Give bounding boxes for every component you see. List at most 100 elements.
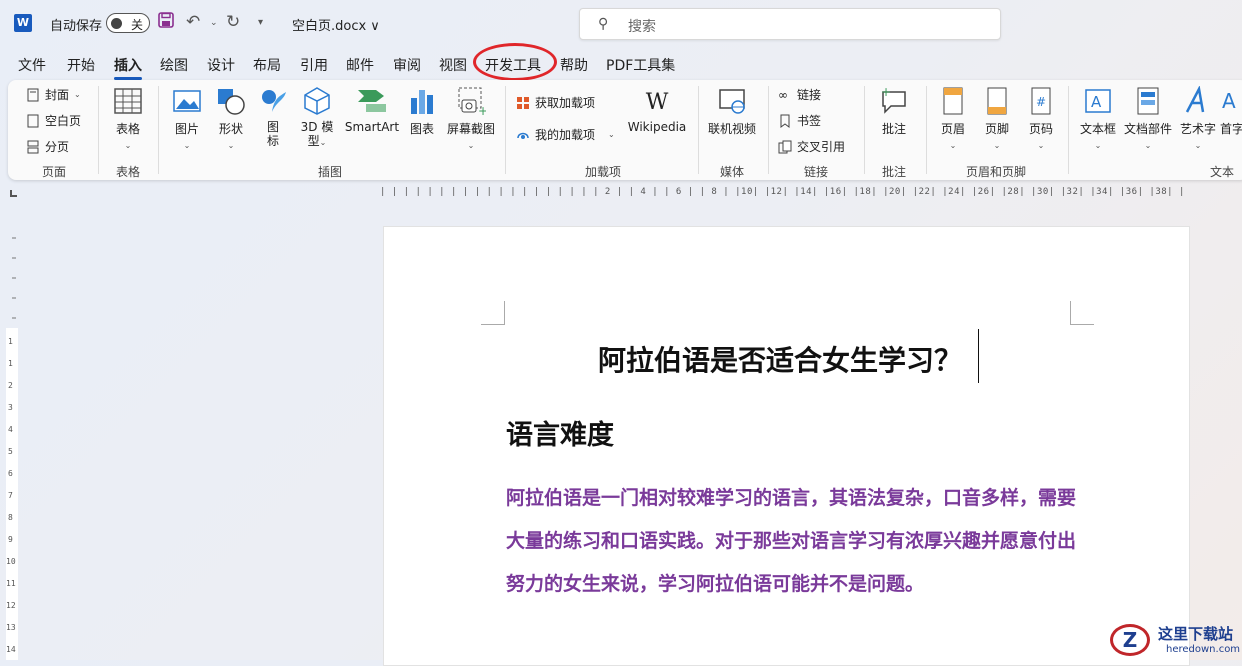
picture-icon: [173, 90, 201, 112]
screenshot-button[interactable]: + 屏幕截图 ⌄: [444, 86, 498, 151]
my-addins-button[interactable]: 我的加载项 ⌄: [516, 126, 615, 143]
undo-dropdown-icon[interactable]: ⌄: [210, 18, 218, 28]
smartart-button[interactable]: SmartArt: [342, 86, 402, 134]
chart-icon: [411, 90, 433, 114]
icons-label-2: 标: [266, 134, 279, 148]
footer-icon: [987, 87, 1007, 115]
cover-page-button[interactable]: 封面 ⌄: [26, 86, 81, 103]
margin-corner-mark: [1070, 301, 1094, 325]
horizontal-ruler[interactable]: | | | | | | | | | | | | | | | | | | | 2 …: [380, 187, 1192, 201]
chart-label: 图表: [409, 122, 434, 136]
group-divider: [768, 86, 769, 174]
tab-references[interactable]: 引用: [300, 55, 328, 75]
svg-text:6: 6: [8, 469, 13, 478]
tab-file[interactable]: 文件: [18, 55, 46, 75]
link-button[interactable]: ∞ 链接: [778, 86, 821, 103]
online-video-label: 联机视频: [707, 122, 756, 136]
my-addins-icon: [517, 132, 529, 139]
tab-mailings[interactable]: 邮件: [346, 55, 374, 75]
group-label-illustrations: 插图: [317, 165, 342, 179]
text-box-button[interactable]: A 文本框 ⌄: [1076, 86, 1120, 151]
tab-home[interactable]: 开始: [67, 55, 95, 75]
table-button[interactable]: 表格 ⌄: [108, 86, 148, 151]
autosave-label: 自动保存: [50, 19, 103, 34]
cube-icon: [304, 87, 330, 115]
cover-page-label: 封面: [45, 88, 70, 102]
save-icon[interactable]: [158, 12, 174, 33]
wikipedia-button[interactable]: W Wikipedia: [624, 90, 690, 134]
bookmark-icon: [780, 114, 790, 128]
tab-review[interactable]: 审阅: [393, 55, 421, 75]
tab-view[interactable]: 视图: [439, 55, 467, 75]
tab-draw[interactable]: 绘图: [160, 55, 188, 75]
page-break-icon: [27, 140, 39, 153]
table-label: 表格: [115, 122, 140, 136]
header-button[interactable]: 页眉 ⌄: [934, 86, 972, 151]
3d-models-label-1: 3D 模: [300, 120, 334, 134]
cross-reference-icon: [778, 140, 792, 153]
redo-icon[interactable]: ↻: [226, 12, 240, 32]
document-page[interactable]: 阿拉伯语是否适合女生学习？ 语言难度 阿拉伯语是一门相对较难学习的语言，其语法复…: [383, 226, 1190, 666]
page-number-button[interactable]: # 页码 ⌄: [1022, 86, 1060, 151]
cross-reference-button[interactable]: 交叉引用: [778, 138, 845, 155]
group-divider: [698, 86, 699, 174]
cover-page-icon: [27, 88, 39, 101]
ruler-tab-selector[interactable]: [10, 190, 17, 197]
document-filename[interactable]: 空白页.docx ∨: [292, 15, 380, 34]
wikipedia-label: Wikipedia: [627, 120, 687, 134]
get-addins-label: 获取加载项: [535, 96, 596, 110]
table-icon: [114, 88, 142, 114]
icons-button[interactable]: 图标: [256, 86, 290, 148]
smartart-icon: [358, 90, 386, 112]
search-icon: ⚲: [598, 16, 609, 32]
drop-cap-icon: A: [1222, 89, 1236, 113]
footer-button[interactable]: 页脚 ⌄: [978, 86, 1016, 151]
svg-text:13: 13: [6, 623, 16, 632]
document-heading[interactable]: 语言难度: [506, 413, 614, 452]
online-video-button[interactable]: 联机视频: [704, 86, 760, 137]
chart-button[interactable]: 图表: [404, 86, 440, 137]
3d-models-label-2: 型: [307, 134, 320, 148]
drop-cap-label: 首字: [1220, 122, 1242, 136]
link-label: 链接: [797, 88, 822, 102]
quick-parts-button[interactable]: 文档部件 ⌄: [1122, 86, 1174, 151]
svg-text:1: 1: [8, 337, 13, 346]
bookmark-label: 书签: [797, 114, 822, 128]
page-number-icon: #: [1031, 87, 1051, 115]
3d-models-button[interactable]: 3D 模型⌄: [296, 86, 338, 150]
chevron-down-icon: ⌄: [949, 141, 957, 150]
svg-text:2: 2: [8, 381, 13, 390]
document-title[interactable]: 阿拉伯语是否适合女生学习？: [598, 339, 962, 379]
autosave-toggle[interactable]: 关: [106, 13, 150, 33]
new-comment-button[interactable]: + 批注: [874, 86, 914, 137]
pictures-button[interactable]: 图片 ⌄: [168, 86, 206, 151]
tab-help[interactable]: 帮助: [560, 55, 588, 75]
page-break-label: 分页: [45, 140, 70, 154]
chevron-down-icon: ⌄: [1194, 141, 1202, 150]
vertical-ruler[interactable]: 1123 4567 8 9 10 11 12 13 14: [4, 232, 20, 660]
document-paragraph[interactable]: 阿拉伯语是一门相对较难学习的语言，其语法复杂，口音多样，需要大量的练习和口语实践…: [506, 477, 1088, 606]
highlight-circle-annotation: [473, 43, 557, 81]
wordart-button[interactable]: 艺术字 ⌄: [1176, 86, 1220, 151]
drop-cap-button[interactable]: A 首字: [1220, 86, 1242, 137]
shapes-button[interactable]: 形状 ⌄: [212, 86, 250, 151]
tab-pdf-tools[interactable]: PDF工具集: [606, 55, 675, 75]
group-divider: [158, 86, 159, 174]
group-label-links: 链接: [803, 165, 828, 179]
tab-design[interactable]: 设计: [207, 55, 235, 75]
group-divider: [864, 86, 865, 174]
search-input[interactable]: ⚲ 搜索: [579, 8, 1001, 40]
tab-layout[interactable]: 布局: [253, 55, 281, 75]
tab-insert[interactable]: 插入: [114, 55, 142, 80]
svg-text:4: 4: [8, 425, 13, 434]
margin-corner-mark: [481, 301, 505, 325]
undo-icon[interactable]: ↶: [186, 12, 200, 32]
page-break-button[interactable]: 分页: [26, 138, 69, 155]
bookmark-button[interactable]: 书签: [778, 112, 821, 129]
get-addins-button[interactable]: 获取加载项: [516, 94, 595, 111]
customize-toolbar-icon[interactable]: ▾: [258, 17, 263, 28]
header-label: 页眉: [940, 122, 965, 136]
search-placeholder: 搜索: [628, 19, 656, 35]
blank-page-button[interactable]: 空白页: [26, 112, 81, 129]
screenshot-label: 屏幕截图: [446, 122, 495, 136]
